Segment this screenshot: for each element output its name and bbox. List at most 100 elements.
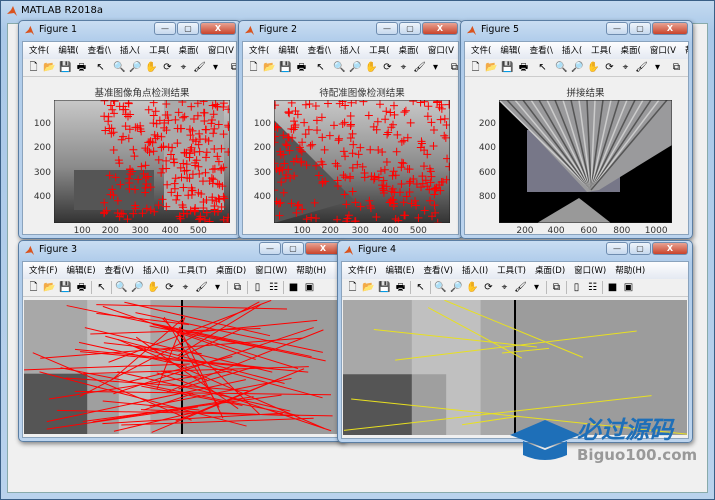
menu-item[interactable]: 编辑( <box>278 44 298 57</box>
zoom-in-icon[interactable]: 🔍 <box>113 61 126 74</box>
menu-item[interactable]: 工具(T) <box>497 264 526 277</box>
menu-item[interactable]: 编辑( <box>500 44 520 57</box>
open-folder-icon[interactable]: 📂 <box>362 281 375 294</box>
pan-hand-icon[interactable]: ✋ <box>587 61 600 74</box>
menu-item[interactable]: 文件( <box>249 44 269 57</box>
rotate-3d-icon[interactable]: ⟳ <box>161 61 174 74</box>
menu-item[interactable]: 插入( <box>120 44 140 57</box>
close-button[interactable]: X <box>652 242 688 255</box>
brush-icon[interactable]: 🖌 <box>635 61 648 74</box>
menu-item[interactable]: 帮助(H) <box>296 264 326 277</box>
maximize-button[interactable]: ▢ <box>629 22 651 35</box>
title-bar[interactable]: Figure 1 — ▢ X <box>19 21 240 39</box>
data-cursor-icon[interactable]: ⌖ <box>498 281 511 294</box>
hide-plot-tools-icon[interactable]: ■ <box>287 281 300 294</box>
pan-hand-icon[interactable]: ✋ <box>466 281 479 294</box>
new-file-icon[interactable]: 🗋 <box>346 281 359 294</box>
save-icon[interactable]: 💾 <box>59 281 72 294</box>
menu-item[interactable]: 窗口(V <box>428 44 454 57</box>
close-button[interactable]: X <box>200 22 236 35</box>
dropdown-icon[interactable]: ▾ <box>211 281 224 294</box>
menu-item[interactable]: 窗口(W) <box>574 264 606 277</box>
data-cursor-icon[interactable]: ⌖ <box>177 61 190 74</box>
print-icon[interactable]: 🖶 <box>295 61 308 74</box>
colorbar-icon[interactable]: ▯ <box>251 281 264 294</box>
close-button[interactable]: X <box>305 242 341 255</box>
zoom-in-icon[interactable]: 🔍 <box>555 61 568 74</box>
link-plot-icon[interactable]: ⧉ <box>231 281 244 294</box>
brush-icon[interactable]: 🖌 <box>413 61 426 74</box>
pointer-icon[interactable]: ↖ <box>414 281 427 294</box>
new-file-icon[interactable]: 🗋 <box>27 61 40 74</box>
minimize-button[interactable]: — <box>606 22 628 35</box>
data-cursor-icon[interactable]: ⌖ <box>397 61 410 74</box>
dropdown-icon[interactable]: ▾ <box>429 61 442 74</box>
data-cursor-icon[interactable]: ⌖ <box>179 281 192 294</box>
menu-item[interactable]: 文件(F) <box>348 264 377 277</box>
save-icon[interactable]: 💾 <box>501 61 514 74</box>
pan-hand-icon[interactable]: ✋ <box>365 61 378 74</box>
zoom-out-icon[interactable]: 🔎 <box>129 61 142 74</box>
save-icon[interactable]: 💾 <box>279 61 292 74</box>
title-bar[interactable]: Figure 4 — ▢ X <box>338 241 692 259</box>
menu-item[interactable]: 窗口(V <box>650 44 676 57</box>
maximize-button[interactable]: ▢ <box>629 242 651 255</box>
link-plot-icon[interactable]: ⧉ <box>448 61 458 74</box>
title-bar[interactable]: Figure 2 — ▢ X <box>239 21 462 39</box>
zoom-out-icon[interactable]: 🔎 <box>349 61 362 74</box>
menu-item[interactable]: 桌面(D) <box>216 264 246 277</box>
rotate-3d-icon[interactable]: ⟳ <box>482 281 495 294</box>
link-plot-icon[interactable]: ⧉ <box>550 281 563 294</box>
brush-icon[interactable]: 🖌 <box>195 281 208 294</box>
menu-item[interactable]: 桌面( <box>399 44 419 57</box>
menu-item[interactable]: 文件(F) <box>29 264 58 277</box>
pan-hand-icon[interactable]: ✋ <box>145 61 158 74</box>
menu-item[interactable]: 查看(\ <box>530 44 553 57</box>
print-icon[interactable]: 🖶 <box>75 61 88 74</box>
zoom-in-icon[interactable]: 🔍 <box>333 61 346 74</box>
data-cursor-icon[interactable]: ⌖ <box>619 61 632 74</box>
menu-item[interactable]: 帮助(H) <box>615 264 645 277</box>
menu-item[interactable]: 查看(V) <box>424 264 453 277</box>
zoom-out-icon[interactable]: 🔎 <box>450 281 463 294</box>
legend-icon[interactable]: ☷ <box>586 281 599 294</box>
link-plot-icon[interactable]: ⧉ <box>670 61 683 74</box>
menu-item[interactable]: 插入( <box>562 44 582 57</box>
close-button[interactable]: X <box>652 22 688 35</box>
menu-item[interactable]: 编辑(E) <box>67 264 96 277</box>
zoom-in-icon[interactable]: 🔍 <box>115 281 128 294</box>
menu-item[interactable]: 工具( <box>149 44 169 57</box>
menu-item[interactable]: 桌面( <box>621 44 641 57</box>
menu-item[interactable]: 插入(I) <box>143 264 169 277</box>
rotate-3d-icon[interactable]: ⟳ <box>603 61 616 74</box>
open-folder-icon[interactable]: 📂 <box>485 61 498 74</box>
menu-item[interactable]: 桌面( <box>179 44 199 57</box>
legend-icon[interactable]: ☷ <box>267 281 280 294</box>
pointer-icon[interactable]: ↖ <box>94 61 107 74</box>
save-icon[interactable]: 💾 <box>378 281 391 294</box>
open-folder-icon[interactable]: 📂 <box>43 281 56 294</box>
brush-icon[interactable]: 🖌 <box>514 281 527 294</box>
link-plot-icon[interactable]: ⧉ <box>228 61 236 74</box>
menu-item[interactable]: 桌面(D) <box>535 264 565 277</box>
menu-item[interactable]: 编辑(E) <box>386 264 415 277</box>
pan-hand-icon[interactable]: ✋ <box>147 281 160 294</box>
image-axes[interactable] <box>499 100 672 223</box>
image-axes[interactable] <box>274 100 450 223</box>
print-icon[interactable]: 🖶 <box>75 281 88 294</box>
menu-item[interactable]: 查看(V) <box>105 264 134 277</box>
zoom-out-icon[interactable]: 🔎 <box>131 281 144 294</box>
hide-plot-tools-icon[interactable]: ■ <box>606 281 619 294</box>
print-icon[interactable]: 🖶 <box>394 281 407 294</box>
open-folder-icon[interactable]: 📂 <box>263 61 276 74</box>
new-file-icon[interactable]: 🗋 <box>247 61 260 74</box>
show-plot-tools-icon[interactable]: ▣ <box>303 281 316 294</box>
close-button[interactable]: X <box>422 22 458 35</box>
menu-item[interactable]: 文件( <box>471 44 491 57</box>
new-file-icon[interactable]: 🗋 <box>469 61 482 74</box>
menu-item[interactable]: 查看(\ <box>308 44 331 57</box>
image-axes[interactable] <box>54 100 230 223</box>
menu-item[interactable]: 插入( <box>340 44 360 57</box>
menu-item[interactable]: 工具(T) <box>178 264 207 277</box>
match-image-axes[interactable] <box>24 300 340 434</box>
